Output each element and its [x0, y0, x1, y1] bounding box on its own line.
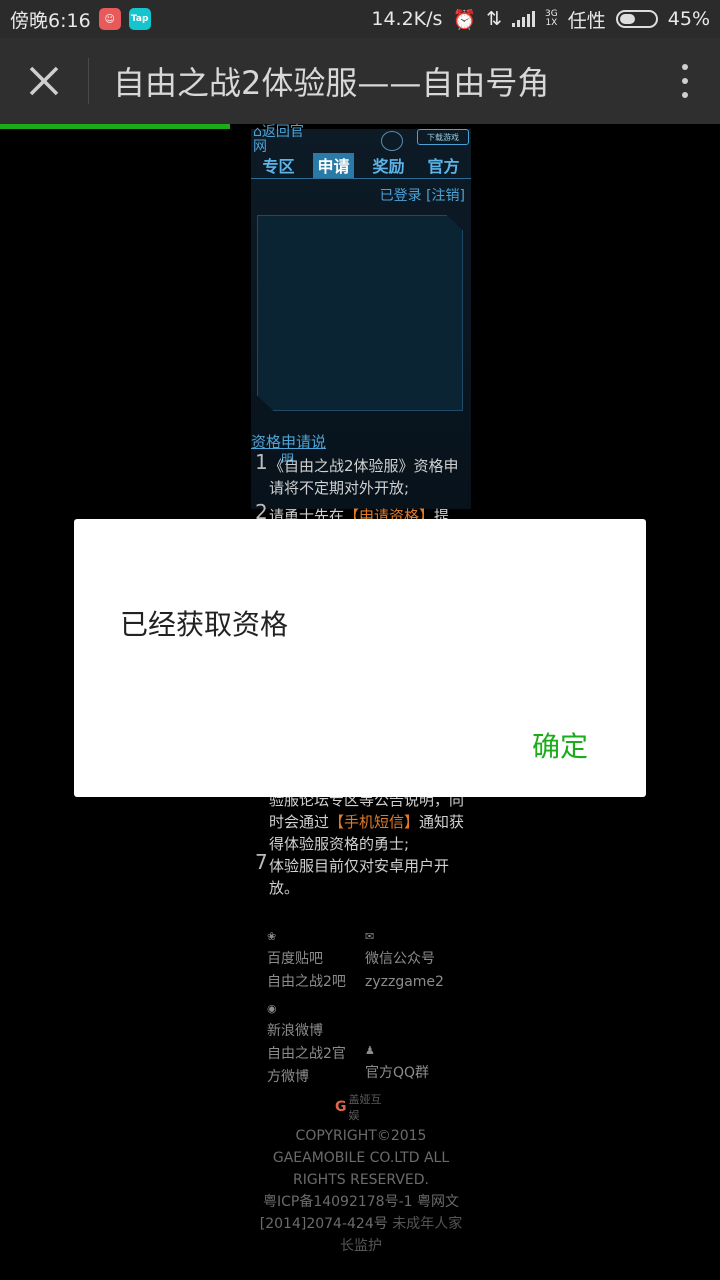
battery-icon	[615, 10, 658, 28]
more-dot-icon	[682, 92, 688, 98]
close-button[interactable]	[0, 38, 88, 124]
close-icon	[29, 66, 59, 96]
browser-title-bar: 自由之战2体验服——自由号角	[0, 38, 720, 124]
more-options-button[interactable]	[650, 38, 720, 124]
taptap-app-icon: Tap	[128, 8, 151, 30]
status-time: 傍晚6:16	[10, 9, 91, 32]
network-type: 3G 1X	[545, 10, 558, 28]
alert-dialog: 已经获取资格 确定	[74, 519, 646, 797]
signal-icon	[512, 11, 536, 27]
dialog-message: 已经获取资格	[120, 608, 289, 641]
net-speed: 14.2K/s	[371, 8, 443, 30]
status-bar: 傍晚6:16 ☺ Tap 14.2K/s ⏰ ⇅ 3G 1X 任性 45%	[0, 0, 720, 38]
alarm-icon: ⏰	[452, 8, 477, 31]
face-app-icon: ☺	[98, 8, 121, 30]
battery-percent: 45%	[667, 8, 710, 30]
network-type-bottom: 1X	[545, 18, 558, 28]
more-dot-icon	[682, 78, 688, 84]
carrier-name: 任性	[567, 9, 606, 32]
title-divider	[88, 58, 89, 104]
dialog-ok-button[interactable]: 确定	[532, 725, 588, 765]
more-dot-icon	[682, 64, 688, 70]
data-transfer-icon: ⇅	[486, 8, 503, 30]
page-title: 自由之战2体验服——自由号角	[113, 64, 550, 102]
